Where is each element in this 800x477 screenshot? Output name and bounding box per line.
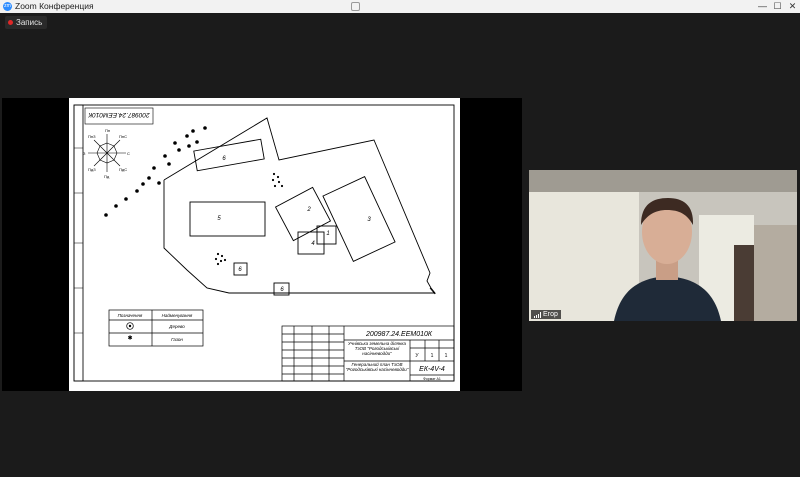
title-block-sheet-title: Генеральний план ТзОВ "Рогодськівські на… [345, 362, 409, 372]
shared-screen[interactable]: 200987.24.ЕЕМ010К Пн ПнЗ З ПдЗ Пд ПдС С … [2, 98, 522, 391]
maximize-button[interactable]: ☐ [770, 0, 785, 13]
title-block-format: Формат А1 [423, 377, 441, 381]
recording-indicator[interactable]: Запись [5, 16, 48, 29]
title-block-sheet: 1 [431, 353, 434, 359]
signal-strength-icon [534, 311, 541, 318]
title-bar: zm Zoom Конференция — ☐ ✕ [0, 0, 800, 13]
building-label-2: 2 [306, 207, 311, 213]
recording-label: Запись [16, 18, 43, 27]
title-block-group: ЕК-4V-4 [419, 366, 445, 373]
legend-lawn-label: Газон [171, 337, 183, 342]
view-options-icon[interactable] [351, 2, 360, 11]
compass-label-e: С [127, 151, 130, 156]
participant-video-frame [529, 170, 797, 321]
building-label-1: 1 [326, 231, 329, 237]
title-block-sheets: 1 [445, 353, 448, 359]
compass-label-se: ПдС [119, 167, 127, 172]
compass-label-nw: ПнЗ [88, 134, 96, 139]
legend-header-symbol: Позначення [118, 313, 143, 318]
title-block-code: 200987.24.ЕЕМ010К [365, 331, 433, 338]
participant-video[interactable]: Егор [529, 170, 797, 321]
record-icon [8, 20, 13, 25]
window-title: Zoom Конференция [15, 1, 94, 11]
compass-label-ne: ПнС [119, 134, 127, 139]
compass-label-n: Пн [105, 128, 110, 133]
zoom-app-icon: zm [3, 2, 12, 11]
svg-text:✱: ✱ [128, 335, 133, 342]
participant-name: Егор [543, 311, 558, 318]
minimize-button[interactable]: — [755, 0, 770, 13]
compass-label-sw: ПдЗ [88, 167, 96, 172]
close-button[interactable]: ✕ [785, 0, 800, 13]
legend-header-name: Найменування [162, 312, 193, 318]
legend-tree-label: Дерево [168, 324, 185, 329]
title-block-project: Учнівська земельна ділянка ТзОВ "Рогодсь… [347, 341, 407, 356]
window-controls: — ☐ ✕ [755, 0, 800, 13]
shared-drawing: 200987.24.ЕЕМ010К Пн ПнЗ З ПдЗ Пд ПдС С … [69, 98, 460, 391]
drawing-stamp-top: 200987.24.ЕЕМ010К [87, 111, 150, 118]
compass-label-s: Пд [104, 174, 110, 179]
participant-name-tag: Егор [531, 310, 561, 319]
